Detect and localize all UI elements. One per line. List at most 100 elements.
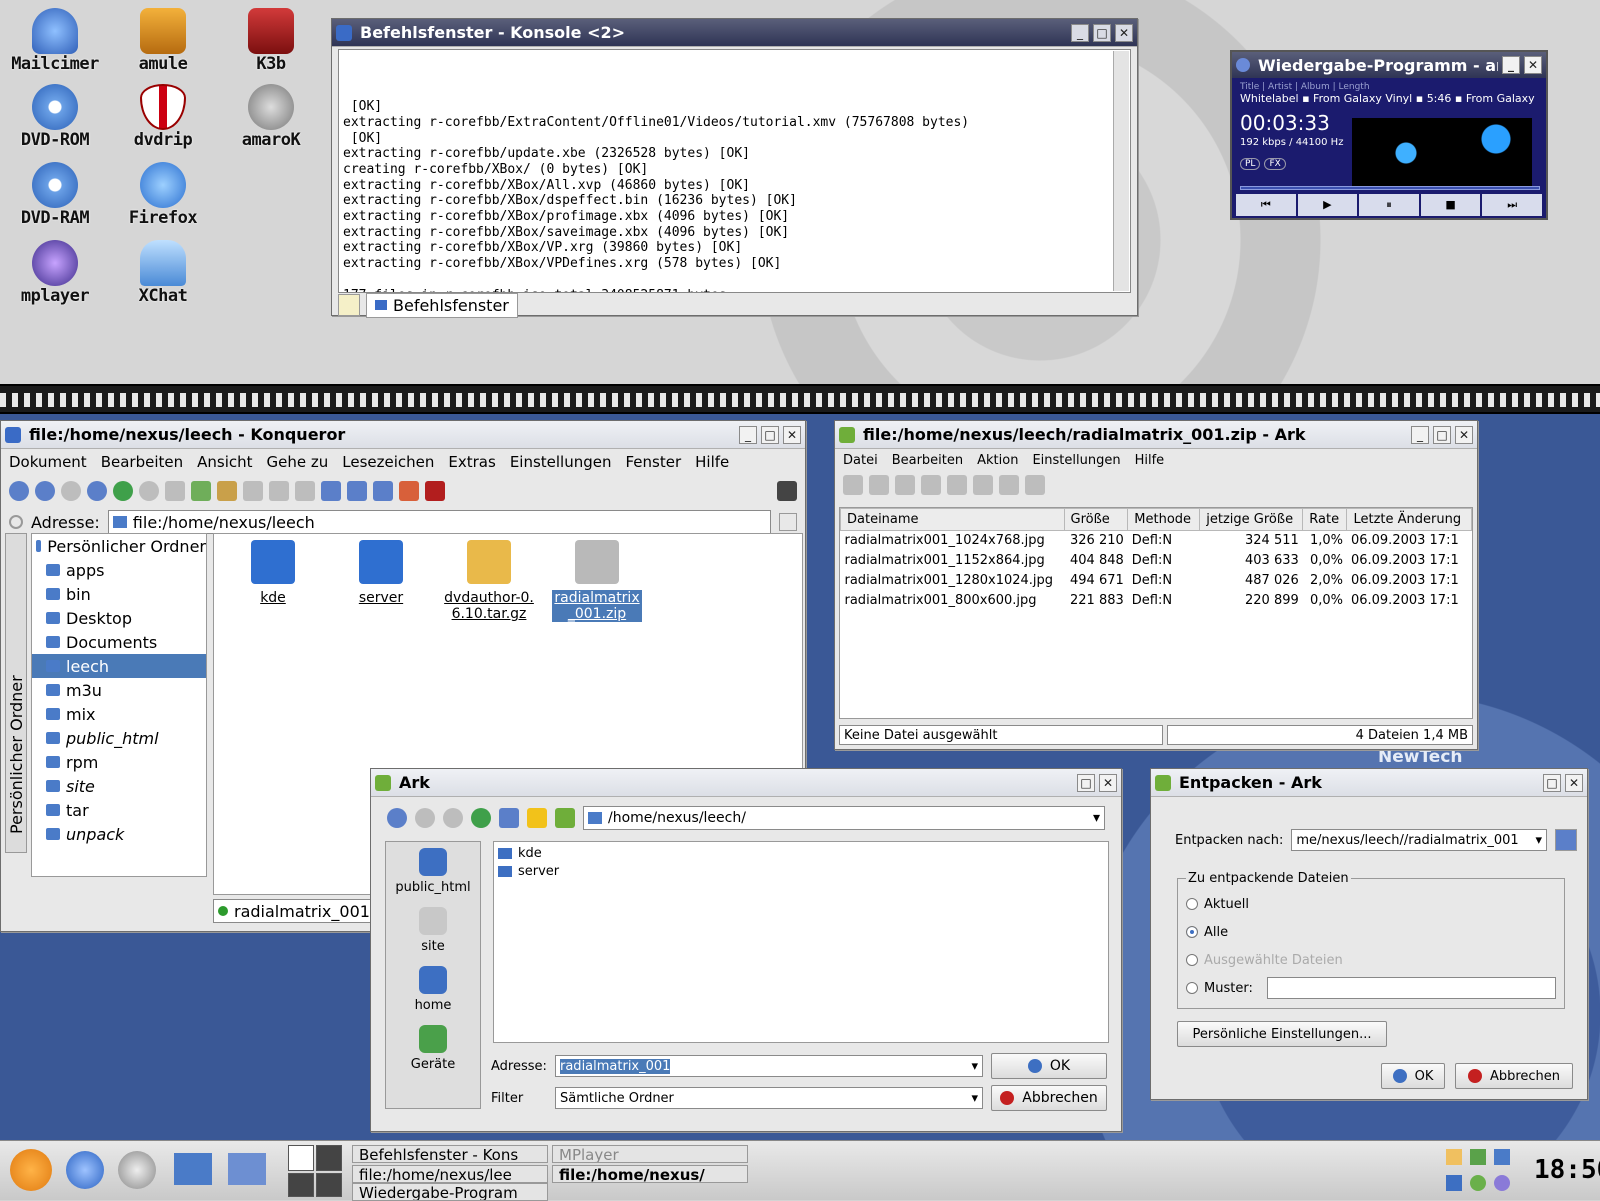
table-row[interactable]: radialmatrix001_800x600.jpg 221 883 Defl:N…: [841, 591, 1472, 611]
tree-item-unpack[interactable]: unpack: [32, 822, 206, 846]
minimize-button[interactable]: _: [1502, 56, 1520, 74]
pattern-input[interactable]: [1266, 977, 1556, 999]
up-icon[interactable]: [9, 481, 29, 501]
close-button[interactable]: ✕: [1524, 56, 1542, 74]
column-header[interactable]: Größe: [1063, 508, 1129, 531]
place-item[interactable]: Geräte: [386, 1019, 480, 1078]
bookmark-star-icon[interactable]: [527, 808, 547, 828]
tree-item-mix[interactable]: mix: [32, 702, 206, 726]
radio-button[interactable]: [1186, 898, 1198, 910]
task-ark[interactable]: file:/home/nexus/: [552, 1165, 748, 1183]
desktop-icon-xchat[interactable]: XChat: [118, 240, 208, 306]
radio-option[interactable]: Alle: [1186, 918, 1556, 946]
address-input[interactable]: file:/home/nexus/leech: [107, 510, 771, 534]
print-icon[interactable]: [243, 481, 263, 501]
minimize-button[interactable]: _: [739, 425, 757, 444]
desktop-pager-4[interactable]: [316, 1173, 342, 1197]
settings-gear-icon[interactable]: [555, 808, 575, 828]
add-folder-icon[interactable]: [921, 475, 941, 495]
file-item[interactable]: radialmatrix_001.zip: [552, 540, 642, 622]
maximize-button[interactable]: □: [1093, 23, 1111, 42]
dialog-titlebar[interactable]: Entpacken - Ark □ ✕: [1151, 769, 1587, 797]
column-header[interactable]: Methode: [1127, 508, 1201, 531]
radio-button[interactable]: [1186, 926, 1198, 938]
browse-folder-button[interactable]: [1555, 829, 1577, 851]
place-item[interactable]: site: [386, 901, 480, 960]
konqueror-titlebar[interactable]: file:/home/nexus/leech - Konqueror _ □ ✕: [1, 421, 805, 449]
tree-item-leech[interactable]: leech: [32, 654, 206, 678]
list-item[interactable]: server: [498, 862, 1104, 880]
tray-battery-icon[interactable]: [1470, 1149, 1486, 1165]
desktop-icon-dvd-rom[interactable]: DVD-ROM: [10, 84, 100, 150]
tree-item-bin[interactable]: bin: [32, 582, 206, 606]
mosaic-icon[interactable]: [425, 481, 445, 501]
menu-ansicht[interactable]: Ansicht: [197, 453, 252, 471]
player-titlebar[interactable]: Wiedergabe-Programm - am _ ✕: [1232, 52, 1546, 78]
clock[interactable]: 18:50: [1534, 1155, 1600, 1185]
tree-item-apps[interactable]: apps: [32, 558, 206, 582]
new-session-button[interactable]: [338, 294, 360, 316]
cancel-button[interactable]: Abbrechen: [1455, 1063, 1573, 1089]
menu-bearbeiten[interactable]: Bearbeiten: [892, 453, 963, 468]
column-header[interactable]: Letzte Änderung: [1346, 508, 1472, 531]
path-combobox[interactable]: /home/nexus/leech/ ▾: [583, 806, 1105, 830]
view-icon[interactable]: [1025, 475, 1045, 495]
tree-item-tar[interactable]: tar: [32, 798, 206, 822]
close-button[interactable]: ✕: [1115, 23, 1133, 42]
minimize-button[interactable]: _: [1071, 23, 1089, 42]
list-item[interactable]: kde: [498, 844, 1104, 862]
stop-button[interactable]: ■: [1420, 194, 1481, 216]
close-button[interactable]: ✕: [1565, 773, 1583, 792]
minimize-button[interactable]: _: [1411, 425, 1429, 444]
desktop-icon[interactable]: [174, 1153, 212, 1185]
cut-icon[interactable]: [165, 481, 185, 501]
next-button[interactable]: ⏭: [1482, 194, 1542, 216]
location-input[interactable]: radialmatrix_001 ▾: [555, 1055, 983, 1077]
zoom-out-icon[interactable]: [295, 481, 315, 501]
tab-befehlsfenster[interactable]: Befehlsfenster: [366, 292, 518, 318]
tray-sound-icon[interactable]: [1494, 1175, 1510, 1191]
copy-icon[interactable]: [191, 481, 211, 501]
kde-menu-icon[interactable]: [10, 1149, 52, 1191]
ark-titlebar[interactable]: file:/home/nexus/leech/radialmatrix_001.…: [835, 421, 1477, 449]
previous-button[interactable]: ⏮: [1236, 194, 1296, 216]
close-button[interactable]: ✕: [783, 425, 801, 444]
menu-aktion[interactable]: Aktion: [977, 453, 1018, 468]
playlist-button[interactable]: PL: [1240, 158, 1261, 170]
cancel-button[interactable]: Abbrechen: [991, 1085, 1107, 1111]
desktop-pager-1[interactable]: [288, 1145, 314, 1171]
new-folder-icon[interactable]: [499, 808, 519, 828]
menu-bearbeiten[interactable]: Bearbeiten: [101, 453, 183, 471]
kontact-icon[interactable]: [228, 1153, 266, 1185]
desktop-icon-firefox[interactable]: Firefox: [118, 162, 208, 228]
desktop-pager-2[interactable]: [316, 1145, 342, 1171]
task-konqueror[interactable]: file:/home/nexus/lee: [352, 1165, 548, 1183]
reload-icon[interactable]: [471, 808, 491, 828]
paste-icon[interactable]: [217, 481, 237, 501]
preview-icon[interactable]: [373, 481, 393, 501]
menu-dokument[interactable]: Dokument: [9, 453, 87, 471]
multi-view-icon[interactable]: [399, 481, 419, 501]
menu-gehe-zu[interactable]: Gehe zu: [267, 453, 329, 471]
terminal-output[interactable]: [OK] extracting r-corefbb/ExtraContent/Of…: [338, 49, 1131, 293]
tray-kde-icon[interactable]: [1446, 1149, 1462, 1165]
zoom-in-icon[interactable]: [269, 481, 289, 501]
maximize-button[interactable]: □: [1077, 773, 1095, 792]
menu-einstellungen[interactable]: Einstellungen: [510, 453, 612, 471]
konsole-titlebar[interactable]: Befehlsfenster - Konsole <2> _ □ ✕: [332, 19, 1137, 47]
clear-address-icon[interactable]: [9, 515, 23, 529]
menu-lesezeichen[interactable]: Lesezeichen: [342, 453, 434, 471]
menu-einstellungen[interactable]: Einstellungen: [1032, 453, 1120, 468]
maximize-button[interactable]: □: [1433, 425, 1451, 444]
forward-icon[interactable]: [443, 808, 463, 828]
radio-option[interactable]: Ausgewählte Dateien: [1186, 946, 1556, 974]
column-header[interactable]: Dateiname: [840, 508, 1065, 531]
desktop-icon-amarok[interactable]: amaroK: [226, 84, 316, 150]
select-icon[interactable]: [999, 475, 1019, 495]
close-button[interactable]: ✕: [1099, 773, 1117, 792]
menu-extras[interactable]: Extras: [448, 453, 495, 471]
table-row[interactable]: radialmatrix001_1152x864.jpg 404 848 Defl:…: [841, 551, 1472, 571]
back-icon[interactable]: [415, 808, 435, 828]
tree-item-rpm[interactable]: rpm: [32, 750, 206, 774]
place-item[interactable]: public_html: [386, 842, 480, 901]
